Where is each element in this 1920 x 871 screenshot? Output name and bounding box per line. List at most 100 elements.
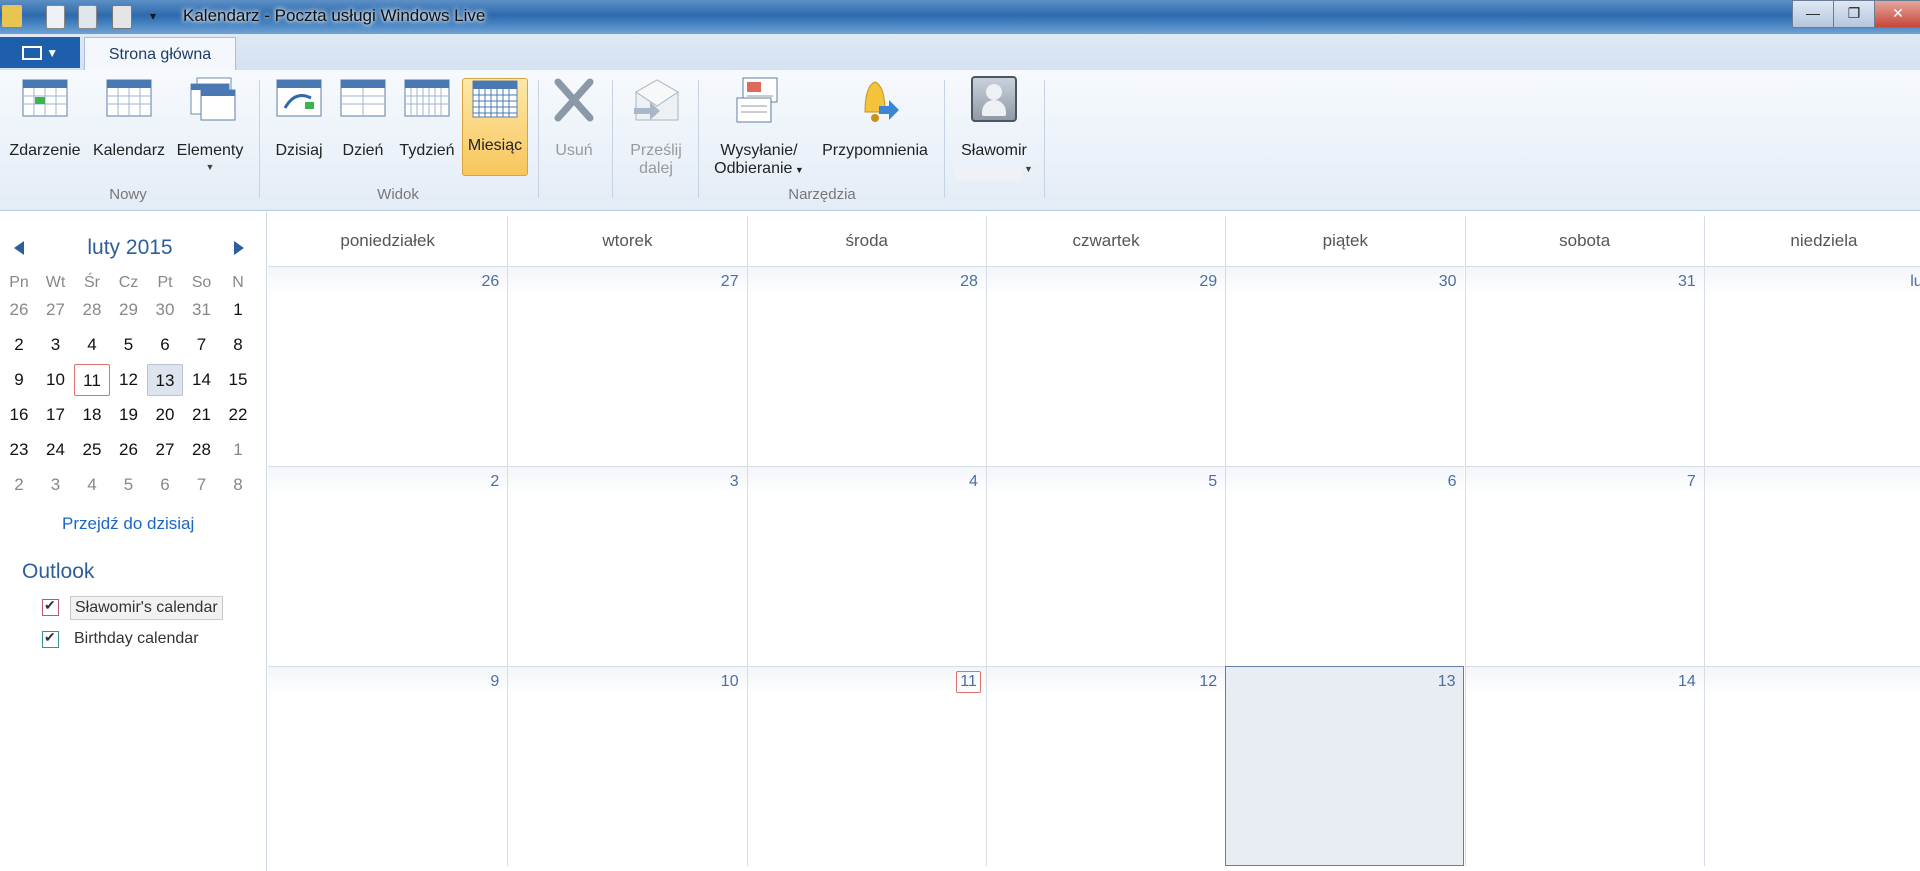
- mini-calendar-day[interactable]: 8: [220, 469, 256, 501]
- mini-calendar-day[interactable]: 19: [111, 399, 147, 431]
- forward-button[interactable]: Prześlij dalej: [620, 76, 692, 177]
- ribbon: Zdarzenie Kalendarz Elementy ▼ Nowy Dzis…: [0, 70, 1920, 211]
- mini-calendar-day[interactable]: 24: [38, 434, 74, 466]
- account-button[interactable]: Sławomir ▼: [952, 76, 1036, 180]
- print-icon[interactable]: [112, 5, 132, 29]
- mini-calendar-day[interactable]: 5: [111, 329, 147, 361]
- mini-calendar-day[interactable]: 9: [1, 364, 37, 396]
- mini-calendar-day[interactable]: 7: [184, 469, 220, 501]
- view-today-button[interactable]: Dzisiaj: [268, 76, 330, 159]
- app-menu-button[interactable]: ▼: [0, 37, 80, 68]
- mini-calendar-day[interactable]: 11: [74, 364, 110, 396]
- mini-calendar-day[interactable]: 20: [147, 399, 183, 431]
- month-day-cell[interactable]: [1703, 666, 1920, 866]
- month-day-cell[interactable]: 11: [746, 666, 986, 866]
- mini-calendar-day[interactable]: 1: [220, 434, 256, 466]
- next-month-arrow[interactable]: [234, 241, 244, 255]
- mini-calendar-day[interactable]: 18: [74, 399, 110, 431]
- mini-calendar-day[interactable]: 28: [184, 434, 220, 466]
- month-day-cell[interactable]: 12: [985, 666, 1226, 866]
- month-day-cell[interactable]: 29: [985, 266, 1226, 466]
- mini-calendar-day[interactable]: 8: [220, 329, 256, 361]
- day-number: 3: [729, 473, 739, 490]
- month-day-cell[interactable]: 14: [1464, 666, 1704, 866]
- month-day-cell[interactable]: 28: [746, 266, 986, 466]
- mini-calendar-day[interactable]: 6: [147, 469, 183, 501]
- mini-calendar-day[interactable]: 29: [111, 294, 147, 326]
- month-day-cell[interactable]: 26: [268, 266, 508, 466]
- go-to-today-link[interactable]: Przejdź do dzisiaj: [62, 514, 194, 534]
- day-number: 14: [1678, 673, 1696, 690]
- month-day-cell[interactable]: 13: [1225, 666, 1465, 866]
- new-message-icon[interactable]: [46, 5, 65, 29]
- check-icon: ✔: [44, 629, 56, 645]
- mini-calendar-day[interactable]: 4: [74, 329, 110, 361]
- reply-icon[interactable]: [78, 5, 97, 29]
- mini-calendar-day[interactable]: 14: [184, 364, 220, 396]
- mini-calendar-day[interactable]: 28: [74, 294, 110, 326]
- mini-calendar-day[interactable]: 1: [220, 294, 256, 326]
- month-day-cell[interactable]: luty: [1703, 266, 1920, 466]
- month-day-cell[interactable]: 9: [268, 666, 508, 866]
- view-day-button[interactable]: Dzień: [334, 76, 392, 159]
- new-items-button[interactable]: Elementy ▼: [172, 76, 248, 172]
- send-receive-button[interactable]: Wysyłanie/Odbieranie ▼: [708, 76, 810, 177]
- customize-toolbar-icon[interactable]: ▾: [146, 5, 160, 27]
- calendar-name: Sławomir's calendar: [70, 596, 223, 620]
- mini-calendar-day[interactable]: 6: [147, 329, 183, 361]
- delete-button[interactable]: Usuń: [546, 76, 602, 159]
- month-day-cell[interactable]: 30: [1225, 266, 1465, 466]
- minimize-button[interactable]: —: [1792, 0, 1834, 28]
- restore-button[interactable]: ❐: [1833, 0, 1875, 28]
- mini-calendar-day[interactable]: 25: [74, 434, 110, 466]
- mini-calendar-day[interactable]: 3: [38, 329, 74, 361]
- mini-calendar-day[interactable]: 10: [38, 364, 74, 396]
- month-day-cell[interactable]: 4: [746, 466, 986, 666]
- view-month-button[interactable]: Miesiąc: [462, 78, 528, 176]
- tab-home[interactable]: Strona główna: [84, 37, 236, 70]
- app-icon[interactable]: [2, 5, 22, 27]
- mini-calendar-day[interactable]: 27: [38, 294, 74, 326]
- forward-label: Prześlij dalej: [630, 142, 682, 177]
- mini-calendar-day[interactable]: 13: [147, 364, 183, 396]
- mini-calendar-day[interactable]: 31: [184, 294, 220, 326]
- month-day-cell[interactable]: [1703, 466, 1920, 666]
- mini-calendar-day[interactable]: 17: [38, 399, 74, 431]
- calendar-checkbox[interactable]: ✔: [42, 597, 59, 616]
- mini-calendar-day[interactable]: 16: [1, 399, 37, 431]
- mini-calendar-day[interactable]: 26: [1, 294, 37, 326]
- mini-calendar-day[interactable]: 15: [220, 364, 256, 396]
- view-week-button[interactable]: Tydzień: [396, 76, 458, 159]
- mini-calendar-day[interactable]: 3: [38, 469, 74, 501]
- mini-calendar-day[interactable]: 7: [184, 329, 220, 361]
- mini-calendar-day[interactable]: 5: [111, 469, 147, 501]
- mini-calendar-day[interactable]: 23: [1, 434, 37, 466]
- new-event-button[interactable]: Zdarzenie: [4, 76, 86, 159]
- close-button[interactable]: ✕: [1874, 0, 1920, 28]
- month-day-cell[interactable]: 2: [268, 466, 508, 666]
- prev-month-arrow[interactable]: [14, 241, 24, 255]
- day-number: 28: [960, 273, 978, 290]
- month-day-cell[interactable]: 6: [1225, 466, 1465, 666]
- month-day-cell[interactable]: 5: [985, 466, 1226, 666]
- mini-calendar-day[interactable]: 12: [111, 364, 147, 396]
- mini-calendar-day[interactable]: 27: [147, 434, 183, 466]
- mini-calendar-day[interactable]: 22: [220, 399, 256, 431]
- mini-calendar-day[interactable]: 21: [184, 399, 220, 431]
- month-day-cell[interactable]: 31: [1464, 266, 1704, 466]
- month-day-cell[interactable]: 7: [1464, 466, 1704, 666]
- day-number: 4: [968, 473, 978, 490]
- month-day-cell[interactable]: 3: [507, 466, 747, 666]
- reminders-button[interactable]: Przypomnienia: [814, 76, 936, 159]
- day-number: 29: [1199, 273, 1218, 290]
- mini-calendar-day[interactable]: 30: [147, 294, 183, 326]
- view-day-label: Dzień: [342, 142, 384, 159]
- month-day-cell[interactable]: 10: [507, 666, 747, 866]
- month-day-cell[interactable]: 27: [507, 266, 747, 466]
- mini-calendar-day[interactable]: 2: [1, 469, 37, 501]
- mini-calendar-day[interactable]: 2: [1, 329, 37, 361]
- mini-calendar-day[interactable]: 26: [111, 434, 147, 466]
- calendar-checkbox[interactable]: ✔: [42, 629, 59, 648]
- new-calendar-button[interactable]: Kalendarz: [90, 76, 168, 159]
- mini-calendar-day[interactable]: 4: [74, 469, 110, 501]
